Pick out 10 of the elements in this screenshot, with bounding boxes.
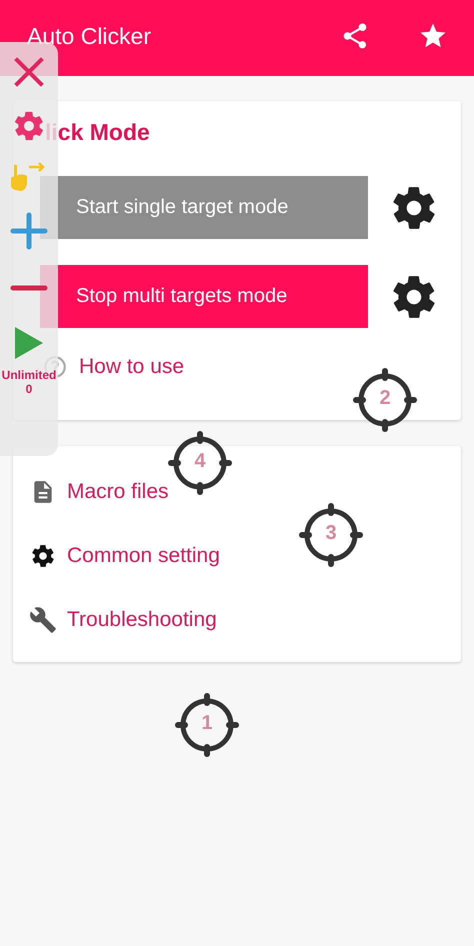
menu-item[interactable]: Common setting [67,544,220,568]
app-title: Auto Clicker [27,22,151,50]
repeat-label: Unlimited [2,368,56,382]
plus-icon[interactable] [9,211,49,251]
click-count: 0 [26,382,32,396]
menu-item[interactable]: Troubleshooting [67,608,217,632]
wrench-icon [29,606,57,634]
menu-item[interactable]: Macro files [67,480,169,504]
play-icon[interactable] [13,325,45,361]
help-link[interactable]: How to use [79,355,184,379]
